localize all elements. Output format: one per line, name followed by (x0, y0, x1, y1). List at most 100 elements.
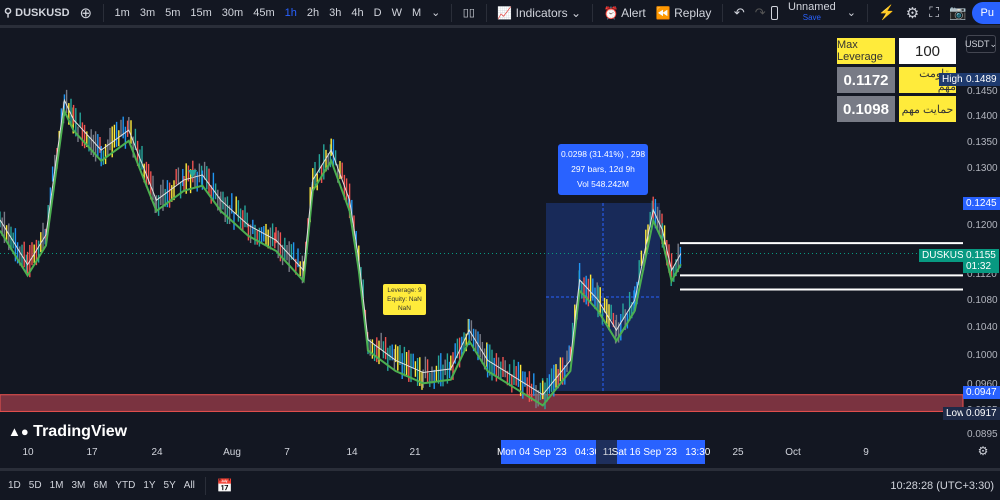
interval-list: 1m 3m 5m 15m 30m 45m 1h 2h 3h 4h D W M (110, 7, 427, 19)
price-tick: 0.1350 (967, 136, 998, 148)
range-bottom-value: 0.0947 (963, 386, 1000, 399)
interval-15m[interactable]: 15m (185, 7, 216, 19)
interval-5m[interactable]: 5m (160, 7, 185, 19)
symbol-search[interactable]: ⚲ DUSKUSD (0, 6, 75, 19)
resistance-value: 0.1172 (837, 67, 895, 93)
high-label: High (939, 73, 966, 86)
fullscreen-icon[interactable]: ⛶ (924, 4, 944, 21)
price-chart[interactable] (0, 31, 1000, 446)
interval-3h[interactable]: 3h (324, 7, 346, 19)
tradingview-logo: ▲● TradingView (8, 423, 128, 440)
max-leverage-label: Max Leverage (837, 38, 895, 64)
compare-plus-icon[interactable]: ⊕ (75, 4, 98, 22)
replay-label: Replay (674, 5, 712, 20)
price-tick: 0.1300 (967, 163, 998, 175)
range-list: 1D 5D 1M 3M 6M YTD 1Y 5Y All (0, 480, 199, 491)
range-5Y[interactable]: 5Y (160, 480, 180, 491)
strategy-extra: NaN (397, 305, 411, 312)
interval-30m[interactable]: 30m (217, 7, 248, 19)
support-label: حمایت مهم (899, 96, 956, 122)
chevron-down-icon[interactable]: ⌄ (426, 6, 445, 19)
redo-icon[interactable]: ↷ (750, 5, 771, 21)
range-YTD[interactable]: YTD (111, 480, 139, 491)
price-tick: 0.0895 (967, 428, 998, 440)
low-value: 0.0917 (963, 407, 1000, 420)
max-leverage-value: 100 (899, 38, 956, 64)
range-top-value: 0.1245 (963, 197, 1000, 210)
range-3M[interactable]: 3M (68, 480, 90, 491)
range-5D[interactable]: 5D (25, 480, 46, 491)
time-tick: 17 (86, 447, 98, 458)
interval-2h[interactable]: 2h (302, 7, 324, 19)
layout-name-button[interactable]: Unnamed Save (788, 2, 836, 23)
time-tick: Oct (785, 447, 801, 458)
candle-type-icon[interactable]: ▯▯ (458, 6, 480, 19)
interval-M[interactable]: M (407, 7, 426, 19)
publish-button[interactable]: Pu (971, 1, 1000, 24)
range-1D[interactable]: 1D (4, 480, 25, 491)
chevron-down-icon[interactable]: ⌄ (842, 6, 861, 19)
range-end-label: Sat 16 Sep '23 13:30 (612, 440, 710, 464)
layout-checkbox[interactable] (770, 5, 778, 20)
price-tick: 0.1000 (967, 350, 998, 361)
high-value: 0.1489 (963, 73, 1000, 86)
indicators-button[interactable]: 📈 Indicators ⌄ (492, 6, 586, 20)
interval-4h[interactable]: 4h (346, 7, 368, 19)
price-tick: 0.1200 (967, 220, 998, 232)
goto-date-icon[interactable]: 📅 (212, 478, 238, 494)
replay-button[interactable]: ⏪ Replay (651, 6, 717, 20)
price-tick: 0.1040 (967, 322, 998, 334)
range-start-label: Mon 04 Sep '23 04:30 (497, 440, 600, 464)
undo-icon[interactable]: ↶ (729, 5, 750, 21)
support-zone (0, 394, 964, 412)
clock[interactable]: 10:28:28 (UTC+3:30) (890, 480, 1000, 492)
price-axis[interactable]: 0.1450 0.1400 0.1350 0.1300 0.1200 0.1120 0.10… (963, 31, 1000, 441)
strategy-leverage: Leverage: 9 (387, 287, 422, 294)
measure-volume: Vol 548.242M (577, 179, 629, 189)
range-6M[interactable]: 6M (89, 480, 111, 491)
top-toolbar: ⚲ DUSKUSD ⊕ 1m 3m 5m 15m 30m 45m 1h 2h 3h 4h D W M ⌄… (0, 0, 1000, 28)
layout-save: Save (802, 13, 821, 22)
time-tick: 10 (22, 447, 34, 458)
range-1Y[interactable]: 1Y (139, 480, 159, 491)
time-tick: 7 (284, 447, 290, 458)
quick-search-icon[interactable]: ⚡ (873, 4, 900, 21)
range-1M[interactable]: 1M (46, 480, 68, 491)
time-tick: 24 (151, 447, 163, 458)
alert-label: Alert (621, 5, 646, 20)
interval-W[interactable]: W (387, 7, 407, 19)
time-tick: 14 (346, 447, 358, 458)
support-value: 0.1098 (837, 96, 895, 122)
divider (204, 476, 206, 495)
bottom-toolbar: 1D 5D 1M 3M 6M YTD 1Y 5Y All 📅 10:28:28 (UTC+3:3… (0, 468, 1000, 500)
symbol-name: DUSKUSD (15, 7, 70, 19)
interval-1m[interactable]: 1m (110, 7, 135, 19)
time-tick: 25 (732, 447, 744, 458)
interval-3m[interactable]: 3m (135, 7, 160, 19)
axis-settings-icon[interactable]: ⚙ (978, 444, 989, 458)
price-tick: 0.1080 (967, 295, 998, 307)
interval-D[interactable]: D (369, 7, 387, 19)
measure-bars: 297 bars, 12d 9h (571, 164, 635, 174)
last-price: 0.1155 01:32 (963, 249, 999, 273)
time-tick: Aug (223, 447, 241, 458)
time-axis[interactable]: Mon 04 Sep '23 04:30 Sat 16 Sep '23 13:3… (0, 440, 1000, 466)
time-tick: 21 (409, 447, 421, 458)
strategy-label: Leverage: 9 Equity: NaN NaN (383, 284, 426, 315)
indicators-label: Indicators (515, 5, 568, 20)
gear-icon[interactable]: ⚙ (901, 4, 924, 22)
range-All[interactable]: All (180, 480, 199, 491)
strategy-equity: Equity: NaN (387, 296, 422, 303)
camera-icon[interactable]: 📷 (944, 4, 971, 21)
interval-1h[interactable]: 1h (280, 7, 302, 19)
time-tick: 11 (602, 447, 614, 458)
price-tick: 0.1450 (967, 85, 998, 97)
last-price-value: 0.1155 (966, 250, 996, 261)
alert-button[interactable]: ⏰ Alert (598, 6, 650, 20)
layout-name: Unnamed (788, 1, 836, 13)
interval-45m[interactable]: 45m (248, 7, 279, 19)
measure-change: 0.0298 (31.41%) , 298 (560, 149, 646, 159)
price-tick: 0.1400 (967, 110, 998, 122)
logo-text: TradingView (33, 423, 128, 440)
bar-countdown: 01:32 (966, 261, 992, 272)
